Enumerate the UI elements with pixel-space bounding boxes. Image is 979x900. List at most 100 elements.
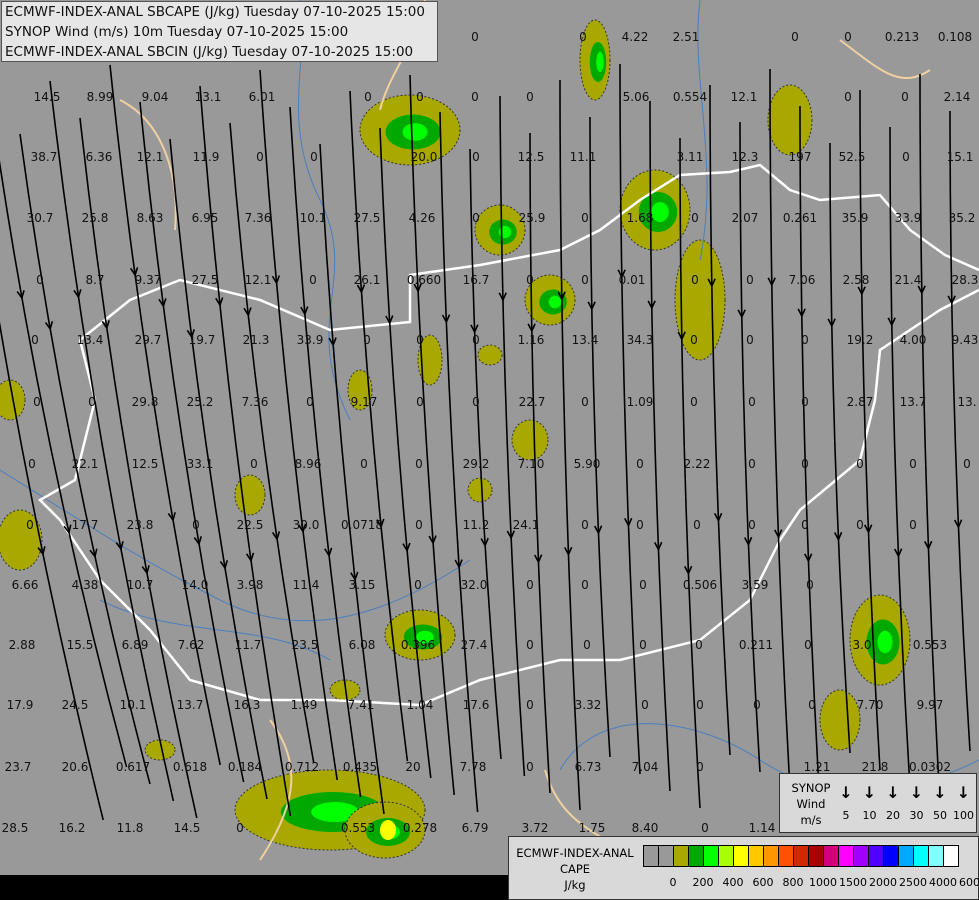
station-value: 4.26	[408, 211, 436, 225]
station-value: 0	[808, 698, 816, 712]
colorbar-tick-label: 800	[782, 876, 804, 889]
station-value: 0.554	[672, 90, 708, 104]
station-value: 0.213	[884, 30, 920, 44]
down-arrow-icon: ↓	[862, 783, 877, 802]
station-value: 0	[639, 578, 647, 592]
station-value: 0	[28, 457, 36, 471]
station-value: 0	[695, 638, 703, 652]
station-value: 1.09	[626, 395, 654, 409]
station-value: 21.3	[242, 333, 270, 347]
map-title-box: ECMWF-INDEX-ANAL SBCAPE (J/kg) Tuesday 0…	[1, 1, 438, 62]
station-value: 22.5	[236, 518, 264, 532]
station-value: 26.1	[353, 273, 381, 287]
station-value: 16.3	[233, 698, 261, 712]
station-value: 0	[746, 333, 754, 347]
colorbar-swatch	[794, 846, 809, 866]
station-value: 25.9	[518, 211, 546, 225]
station-value: 0	[844, 90, 852, 104]
station-value: 21.4	[894, 273, 922, 287]
colorbar-swatch	[749, 846, 764, 866]
station-value: 6.73	[574, 760, 602, 774]
station-value: 6.95	[191, 211, 219, 225]
weather-map[interactable]: 0 0 4.22 2.51 0 0 0.213 0.108 14.5 8.99 9.04 13.1 6.…	[0, 0, 979, 900]
station-value: 1.21	[803, 760, 831, 774]
station-value: 8.7	[85, 273, 105, 287]
colorbar-swatch	[704, 846, 719, 866]
station-value: 19.2	[846, 333, 874, 347]
wind-legend-item: ↓ 20	[881, 783, 905, 823]
station-value: 0	[909, 518, 917, 532]
station-value: 10.7	[126, 578, 154, 592]
wind-legend: SYNOP Wind m/s ↓ 5 ↓ 10 ↓ 20 ↓ 30 ↓ 50 ↓ 100	[779, 773, 977, 833]
station-value: 12.1	[730, 90, 758, 104]
station-value: 0	[801, 518, 809, 532]
station-value: 1.16	[517, 333, 545, 347]
station-value: 0.617	[115, 760, 151, 774]
station-value: 3.15	[348, 578, 376, 592]
station-value: 25.2	[186, 395, 214, 409]
wind-speed-label: 50	[933, 809, 947, 822]
station-value: 0	[310, 150, 318, 164]
station-value: 20	[405, 760, 421, 774]
station-value: 0	[579, 30, 587, 44]
station-value: 9.37	[134, 273, 162, 287]
station-value: 16.2	[58, 821, 86, 835]
station-value: 0	[416, 333, 424, 347]
station-value: 0.261	[782, 211, 818, 225]
cape-area	[767, 84, 813, 156]
station-value: 0	[472, 395, 480, 409]
cape-area-peak	[596, 52, 604, 72]
cape-area	[467, 477, 493, 503]
station-value: 0	[360, 457, 368, 471]
station-value: 9.97	[916, 698, 944, 712]
streamline	[379, 127, 432, 779]
station-value: 12.5	[517, 150, 545, 164]
station-value: 0	[88, 395, 96, 409]
station-value: 22.1	[71, 457, 99, 471]
station-value: 0	[641, 698, 649, 712]
station-value: 33.1	[186, 457, 214, 471]
colorbar-swatch	[779, 846, 794, 866]
station-value: 0	[309, 273, 317, 287]
station-value: 9.43	[951, 333, 979, 347]
station-value: 52.5	[838, 150, 866, 164]
colorbar-swatch	[914, 846, 929, 866]
station-value: 1.49	[290, 698, 318, 712]
station-value: 0	[526, 273, 534, 287]
station-value: 17.9	[6, 698, 34, 712]
station-value: 19.7	[188, 333, 216, 347]
station-value: 17.7	[71, 518, 99, 532]
station-value: 0	[696, 698, 704, 712]
station-value: 0	[526, 638, 534, 652]
station-value: 0	[581, 578, 589, 592]
station-value: 35.2	[948, 211, 976, 225]
station-value: 0	[806, 578, 814, 592]
station-value: 6.01	[248, 90, 276, 104]
station-value: 2.22	[683, 457, 711, 471]
station-value: 0.618	[172, 760, 208, 774]
wind-legend-item: ↓ 100	[952, 783, 976, 823]
station-value: 0	[901, 90, 909, 104]
station-value: 0	[306, 395, 314, 409]
down-arrow-icon: ↓	[909, 783, 924, 802]
station-value: 6.79	[461, 821, 489, 835]
down-arrow-icon: ↓	[956, 783, 971, 802]
down-arrow-icon: ↓	[886, 783, 900, 802]
station-value: 7.62	[177, 638, 205, 652]
station-value: 17.6	[462, 698, 490, 712]
station-value: 11.4	[292, 578, 320, 592]
colorbar-tick-label: 400	[722, 876, 744, 889]
station-value: 0.435	[342, 760, 378, 774]
station-value: 0	[701, 821, 709, 835]
cape-area	[511, 419, 549, 461]
station-value: 3.32	[574, 698, 602, 712]
station-value: 0	[472, 333, 480, 347]
station-value: 8.63	[136, 211, 164, 225]
station-value: 3.72	[521, 821, 549, 835]
station-value: 7.04	[631, 760, 659, 774]
station-value: 0	[414, 578, 422, 592]
station-value: 1.75	[578, 821, 606, 835]
station-value: 0	[801, 333, 809, 347]
colorbar-swatch	[839, 846, 854, 866]
station-value: 35.9	[841, 211, 869, 225]
